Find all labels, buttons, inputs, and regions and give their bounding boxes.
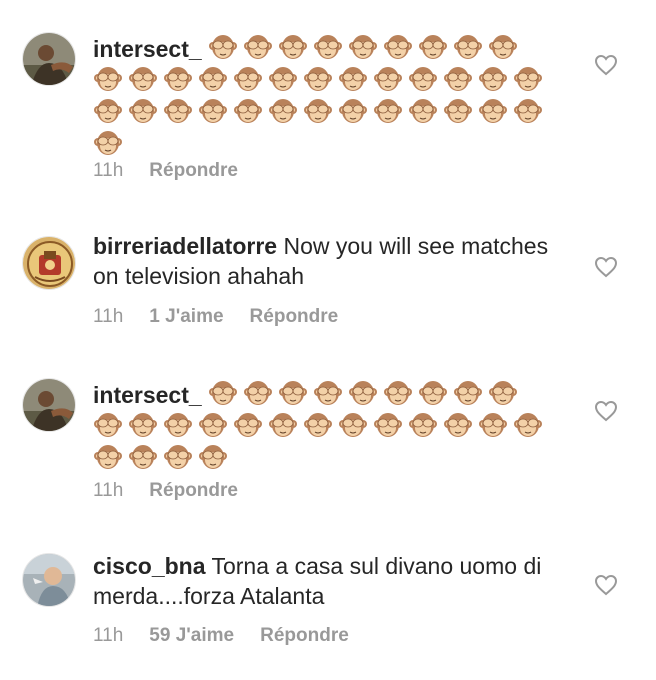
comment-timestamp: 11h bbox=[93, 480, 124, 501]
see-no-evil-monkey-icon bbox=[278, 32, 308, 62]
comment-body: intersect_ bbox=[93, 378, 558, 474]
heart-outline-icon[interactable] bbox=[594, 54, 618, 76]
comment-body: cisco_bna Torna a casa sul divano uomo d… bbox=[93, 551, 558, 611]
see-no-evil-monkey-icon bbox=[408, 96, 438, 126]
see-no-evil-monkey-icon bbox=[488, 378, 518, 408]
see-no-evil-monkey-icon bbox=[408, 410, 438, 440]
see-no-evil-monkey-icon bbox=[418, 378, 448, 408]
see-no-evil-monkey-icon bbox=[208, 32, 238, 62]
see-no-evil-monkey-icon bbox=[163, 410, 193, 440]
see-no-evil-monkey-icon bbox=[303, 64, 333, 94]
see-no-evil-monkey-icon bbox=[443, 64, 473, 94]
comment-timestamp: 11h bbox=[93, 625, 124, 646]
likes-count[interactable]: 59 J'aime bbox=[149, 625, 234, 646]
comment-item: intersect_ 11h Répondre bbox=[0, 0, 656, 200]
reply-button[interactable]: Répondre bbox=[260, 625, 349, 646]
see-no-evil-monkey-icon bbox=[313, 378, 343, 408]
see-no-evil-monkey-icon bbox=[478, 410, 508, 440]
see-no-evil-monkey-icon bbox=[163, 64, 193, 94]
see-no-evil-monkey-icon bbox=[163, 96, 193, 126]
see-no-evil-monkey-icon bbox=[338, 410, 368, 440]
see-no-evil-monkey-icon bbox=[443, 96, 473, 126]
see-no-evil-monkey-icon bbox=[303, 96, 333, 126]
see-no-evil-monkey-icon bbox=[303, 410, 333, 440]
see-no-evil-monkey-icon bbox=[478, 64, 508, 94]
see-no-evil-monkey-icon bbox=[128, 442, 158, 472]
see-no-evil-monkey-icon bbox=[93, 96, 123, 126]
see-no-evil-monkey-icon bbox=[373, 96, 403, 126]
avatar[interactable] bbox=[22, 553, 76, 607]
likes-count[interactable]: 1 J'aime bbox=[149, 306, 223, 327]
see-no-evil-monkey-icon bbox=[93, 442, 123, 472]
avatar[interactable] bbox=[22, 32, 76, 86]
see-no-evil-monkey-icon bbox=[278, 378, 308, 408]
see-no-evil-monkey-icon bbox=[268, 64, 298, 94]
heart-outline-icon[interactable] bbox=[594, 574, 618, 596]
see-no-evil-monkey-icon bbox=[373, 410, 403, 440]
heart-outline-icon[interactable] bbox=[594, 400, 618, 422]
see-no-evil-monkey-icon bbox=[453, 32, 483, 62]
comment-meta: 11h Répondre bbox=[93, 160, 264, 182]
comment-body: intersect_ bbox=[93, 32, 558, 160]
reply-button[interactable]: Répondre bbox=[149, 480, 238, 501]
see-no-evil-monkey-icon bbox=[93, 64, 123, 94]
see-no-evil-monkey-icon bbox=[243, 32, 273, 62]
heart-outline-icon[interactable] bbox=[594, 256, 618, 278]
comment-meta: 11h 1 J'aime Répondre bbox=[93, 306, 364, 328]
see-no-evil-monkey-icon bbox=[233, 410, 263, 440]
see-no-evil-monkey-icon bbox=[233, 96, 263, 126]
see-no-evil-monkey-icon bbox=[513, 64, 543, 94]
see-no-evil-monkey-icon bbox=[198, 64, 228, 94]
see-no-evil-monkey-icon bbox=[93, 128, 123, 158]
see-no-evil-monkey-icon bbox=[128, 64, 158, 94]
reply-button[interactable]: Répondre bbox=[250, 306, 339, 327]
see-no-evil-monkey-icon bbox=[348, 378, 378, 408]
see-no-evil-monkey-icon bbox=[513, 410, 543, 440]
avatar[interactable] bbox=[22, 236, 76, 290]
comment-username[interactable]: intersect_ bbox=[93, 36, 202, 62]
reply-button[interactable]: Répondre bbox=[149, 160, 238, 181]
see-no-evil-monkey-icon bbox=[313, 32, 343, 62]
see-no-evil-monkey-icon bbox=[488, 32, 518, 62]
comment-meta: 11h Répondre bbox=[93, 480, 264, 502]
see-no-evil-monkey-icon bbox=[208, 378, 238, 408]
see-no-evil-monkey-icon bbox=[268, 410, 298, 440]
see-no-evil-monkey-icon bbox=[443, 410, 473, 440]
see-no-evil-monkey-icon bbox=[128, 410, 158, 440]
see-no-evil-monkey-icon bbox=[128, 96, 158, 126]
see-no-evil-monkey-icon bbox=[233, 64, 263, 94]
see-no-evil-monkey-icon bbox=[338, 64, 368, 94]
see-no-evil-monkey-icon bbox=[163, 442, 193, 472]
see-no-evil-monkey-icon bbox=[478, 96, 508, 126]
see-no-evil-monkey-icon bbox=[243, 378, 273, 408]
comment-body: birreriadellatorre Now you will see matc… bbox=[93, 231, 558, 291]
see-no-evil-monkey-icon bbox=[93, 410, 123, 440]
avatar[interactable] bbox=[22, 378, 76, 432]
see-no-evil-monkey-icon bbox=[408, 64, 438, 94]
see-no-evil-monkey-icon bbox=[198, 96, 228, 126]
see-no-evil-monkey-icon bbox=[383, 378, 413, 408]
comment-username[interactable]: cisco_bna bbox=[93, 553, 206, 579]
see-no-evil-monkey-icon bbox=[513, 96, 543, 126]
see-no-evil-monkey-icon bbox=[373, 64, 403, 94]
see-no-evil-monkey-icon bbox=[348, 32, 378, 62]
comment-timestamp: 11h bbox=[93, 306, 124, 327]
see-no-evil-monkey-icon bbox=[418, 32, 448, 62]
see-no-evil-monkey-icon bbox=[453, 378, 483, 408]
comment-timestamp: 11h bbox=[93, 160, 124, 181]
see-no-evil-monkey-icon bbox=[268, 96, 298, 126]
see-no-evil-monkey-icon bbox=[338, 96, 368, 126]
comment-username[interactable]: birreriadellatorre bbox=[93, 233, 277, 259]
see-no-evil-monkey-icon bbox=[198, 410, 228, 440]
see-no-evil-monkey-icon bbox=[198, 442, 228, 472]
comment-username[interactable]: intersect_ bbox=[93, 382, 202, 408]
comment-meta: 11h 59 J'aime Répondre bbox=[93, 625, 375, 647]
see-no-evil-monkey-icon bbox=[383, 32, 413, 62]
